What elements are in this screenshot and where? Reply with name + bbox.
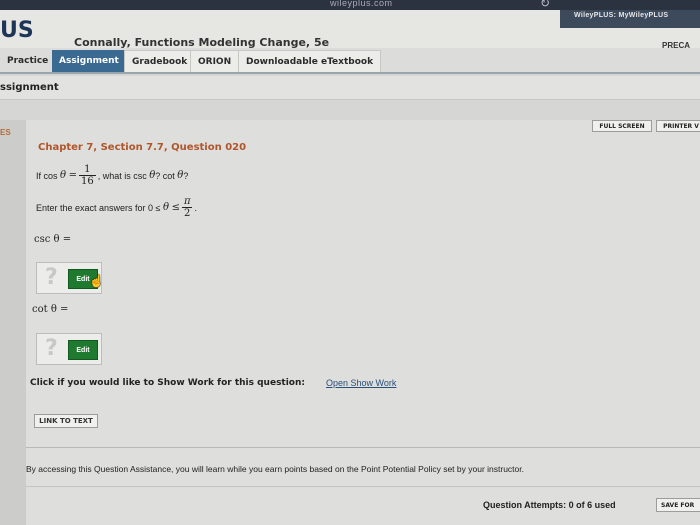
fraction-denominator: 2	[182, 207, 193, 219]
question-attempts: Question Attempts: 0 of 6 used	[483, 500, 616, 510]
browser-bar: wileyplus.com ↻	[0, 0, 700, 10]
csc-label: csc θ =	[34, 234, 72, 245]
hand-cursor-icon: ☝	[89, 274, 104, 288]
wiley-links[interactable]: WileyPLUS: MyWileyPLUS	[574, 12, 668, 19]
theta-symbol: θ	[163, 202, 170, 213]
exact-answer-instruction: Enter the exact answers for 0 ≤ θ ≤ π 2 …	[36, 196, 197, 219]
save-for-later-button[interactable]: SAVE FOR	[656, 498, 700, 512]
logo: US	[0, 18, 34, 43]
page-title-strip	[0, 76, 700, 100]
fraction-denominator: 16	[78, 175, 96, 187]
cot-label: cot θ =	[32, 304, 69, 315]
divider	[26, 447, 700, 448]
tab-orion[interactable]: ORION	[190, 50, 240, 72]
equals-sign: =	[68, 170, 77, 181]
tab-assignment[interactable]: Assignment	[52, 50, 126, 72]
policy-text: By accessing this Question Assistance, y…	[26, 464, 524, 474]
question-mark-icon: ?	[45, 336, 58, 361]
tab-gradebook[interactable]: Gradebook	[124, 50, 196, 72]
theta-symbol: θ	[60, 170, 67, 181]
question-mark-icon: ?	[45, 265, 58, 290]
link-to-text-button[interactable]: LINK TO TEXT	[34, 414, 98, 428]
exact-prefix: Enter the exact answers for 0 ≤	[36, 202, 161, 213]
show-work-prompt: Click if you would like to Show Work for…	[30, 378, 305, 388]
left-gutter	[0, 120, 26, 525]
cot-edit-button[interactable]: Edit	[68, 340, 98, 360]
full-screen-button[interactable]: FULL SCREEN	[592, 120, 652, 132]
header: US Connally, Functions Modeling Change, …	[0, 10, 560, 52]
page-title: ssignment	[0, 82, 59, 93]
prompt-cot: ? cot	[155, 170, 175, 181]
fraction-numerator: π	[183, 196, 191, 207]
open-show-work-link[interactable]: Open Show Work	[326, 378, 396, 388]
reload-icon[interactable]: ↻	[540, 0, 550, 10]
prompt-if: If cos	[36, 170, 58, 181]
url-text[interactable]: wileyplus.com	[330, 0, 393, 8]
cot-answer-box: ? Edit	[36, 333, 102, 365]
left-label: ES	[0, 128, 11, 137]
period: .	[194, 202, 198, 213]
divider	[26, 486, 700, 487]
question-heading: Chapter 7, Section 7.7, Question 020	[38, 142, 247, 153]
pi-over-two-fraction: π 2	[182, 196, 193, 219]
cos-fraction: 1 16	[78, 164, 96, 187]
question-prompt: If cos θ = 1 16 , what is csc θ? cot θ?	[36, 164, 188, 187]
printer-version-button[interactable]: PRINTER V	[656, 120, 700, 132]
tab-practice[interactable]: Practice	[0, 50, 55, 72]
tab-etextbook[interactable]: Downloadable eTextbook	[238, 50, 382, 72]
le-sign: ≤	[171, 202, 180, 213]
fraction-numerator: 1	[84, 164, 91, 175]
prompt-end: ?	[183, 170, 189, 181]
prompt-rest: , what is csc	[97, 170, 147, 181]
